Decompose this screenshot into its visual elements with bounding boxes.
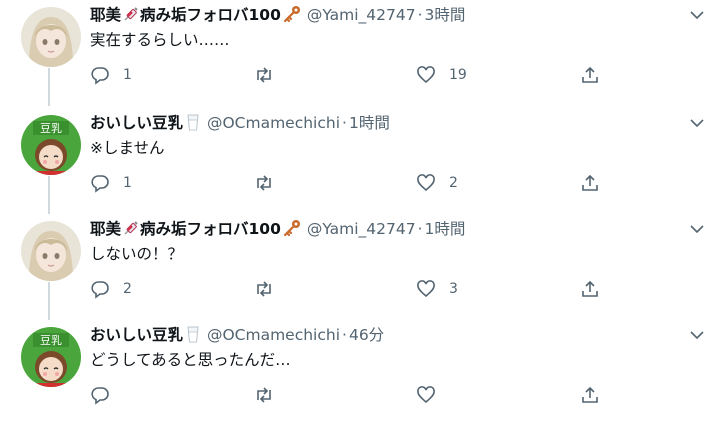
key-icon bbox=[282, 219, 302, 243]
like-button[interactable]: 19 bbox=[416, 64, 467, 86]
separator-dot: · bbox=[417, 220, 423, 238]
avatar[interactable]: 豆乳 bbox=[21, 115, 81, 175]
reply-icon bbox=[91, 175, 109, 193]
like-count: 2 bbox=[449, 175, 458, 191]
avatar[interactable]: 豆乳 bbox=[21, 327, 81, 387]
syringe-icon bbox=[122, 5, 140, 29]
tweet-actions bbox=[90, 384, 610, 406]
timestamp[interactable]: 3時間 bbox=[425, 6, 466, 24]
milk-glass-icon bbox=[184, 325, 202, 349]
reply-count: 2 bbox=[123, 281, 132, 297]
svg-text:豆乳: 豆乳 bbox=[40, 122, 62, 135]
user-handle[interactable]: @OCmamechichi bbox=[207, 114, 340, 132]
reply-button[interactable]: 1 bbox=[90, 64, 132, 86]
girl-avatar-icon bbox=[21, 221, 81, 281]
share-button[interactable] bbox=[580, 384, 600, 406]
share-icon bbox=[582, 66, 598, 83]
tweet-actions: 2 3 bbox=[90, 278, 610, 300]
retweet-icon bbox=[257, 387, 271, 403]
display-name[interactable]: おいしい豆乳 bbox=[90, 326, 202, 344]
tweet-actions: 1 19 bbox=[90, 64, 610, 86]
tweet-text: ※しません bbox=[90, 139, 165, 157]
reply-icon bbox=[91, 281, 109, 299]
milk-glass-icon bbox=[184, 113, 202, 137]
share-button[interactable] bbox=[580, 172, 600, 194]
tweet[interactable]: 耶美 病み垢フォロバ100 @Yami_42747 · 1時間 しないの！？ 2 3 bbox=[0, 214, 725, 320]
thread-line bbox=[48, 68, 50, 106]
chevron-down-icon[interactable] bbox=[688, 220, 706, 238]
like-button[interactable]: 2 bbox=[416, 172, 458, 194]
timestamp[interactable]: 1時間 bbox=[425, 220, 466, 238]
avatar[interactable] bbox=[21, 221, 81, 281]
reply-icon bbox=[91, 387, 109, 405]
reply-button[interactable]: 1 bbox=[90, 172, 132, 194]
share-icon bbox=[582, 280, 598, 297]
svg-text:豆乳: 豆乳 bbox=[40, 334, 62, 347]
timestamp[interactable]: 1時間 bbox=[349, 114, 390, 132]
tweet-actions: 1 2 bbox=[90, 172, 610, 194]
retweet-icon bbox=[257, 281, 271, 297]
syringe-icon bbox=[122, 219, 140, 243]
avatar[interactable] bbox=[21, 7, 81, 67]
separator-dot: · bbox=[417, 6, 423, 24]
share-button[interactable] bbox=[580, 64, 600, 86]
like-button[interactable] bbox=[416, 384, 449, 406]
display-name[interactable]: 耶美 病み垢フォロバ100 bbox=[90, 6, 302, 24]
reply-count: 1 bbox=[123, 67, 132, 83]
reply-button[interactable]: 2 bbox=[90, 278, 132, 300]
separator-dot: · bbox=[342, 114, 347, 132]
key-icon bbox=[282, 5, 302, 29]
retweet-button[interactable] bbox=[254, 384, 287, 406]
share-icon bbox=[582, 386, 598, 403]
thread-line bbox=[48, 176, 50, 214]
tweet[interactable]: 豆乳 おいしい豆乳 @OCmamechichi · 1時間 ※しません 1 2 bbox=[0, 108, 725, 214]
retweet-button[interactable] bbox=[254, 64, 287, 86]
tweet[interactable]: 耶美 病み垢フォロバ100 @Yami_42747 · 3時間 実在するらしい…… 1… bbox=[0, 0, 725, 106]
heart-icon bbox=[417, 66, 435, 84]
reply-icon bbox=[91, 67, 109, 85]
display-name[interactable]: おいしい豆乳 bbox=[90, 114, 202, 132]
user-handle[interactable]: @OCmamechichi bbox=[207, 326, 340, 344]
user-handle[interactable]: @Yami_42747 bbox=[307, 6, 416, 24]
tweet[interactable]: 豆乳 おいしい豆乳 @OCmamechichi · 46分 どうしてあると思ったんだ… bbox=[0, 320, 725, 426]
heart-icon bbox=[417, 280, 435, 298]
retweet-icon bbox=[257, 175, 271, 191]
thread-line bbox=[48, 282, 50, 320]
share-button[interactable] bbox=[580, 278, 600, 300]
tweet-text: しないの！？ bbox=[90, 245, 184, 263]
chevron-down-icon[interactable] bbox=[688, 114, 706, 132]
tweet-text: どうしてあると思ったんだ… bbox=[90, 351, 291, 369]
like-count: 3 bbox=[449, 281, 458, 297]
soymilk-avatar-icon: 豆乳 bbox=[21, 115, 81, 175]
retweet-button[interactable] bbox=[254, 278, 287, 300]
soymilk-avatar-icon: 豆乳 bbox=[21, 327, 81, 387]
tweet-text: 実在するらしい…… bbox=[90, 31, 230, 49]
user-handle[interactable]: @Yami_42747 bbox=[307, 220, 416, 238]
heart-icon bbox=[417, 386, 435, 404]
heart-icon bbox=[417, 174, 435, 192]
tweet-header: おいしい豆乳 @OCmamechichi · 1時間 bbox=[90, 112, 390, 134]
share-icon bbox=[582, 174, 598, 191]
separator-dot: · bbox=[342, 326, 347, 344]
reply-button[interactable] bbox=[90, 384, 123, 406]
girl-avatar-icon bbox=[21, 7, 81, 67]
display-name[interactable]: 耶美 病み垢フォロバ100 bbox=[90, 220, 302, 238]
tweet-header: 耶美 病み垢フォロバ100 @Yami_42747 · 3時間 bbox=[90, 4, 465, 26]
chevron-down-icon[interactable] bbox=[688, 6, 706, 24]
like-count: 19 bbox=[449, 67, 467, 83]
chevron-down-icon[interactable] bbox=[688, 326, 706, 344]
tweet-header: 耶美 病み垢フォロバ100 @Yami_42747 · 1時間 bbox=[90, 218, 465, 240]
retweet-icon bbox=[257, 67, 271, 83]
retweet-button[interactable] bbox=[254, 172, 287, 194]
timestamp[interactable]: 46分 bbox=[349, 326, 384, 344]
tweet-header: おいしい豆乳 @OCmamechichi · 46分 bbox=[90, 324, 384, 346]
like-button[interactable]: 3 bbox=[416, 278, 458, 300]
reply-count: 1 bbox=[123, 175, 132, 191]
